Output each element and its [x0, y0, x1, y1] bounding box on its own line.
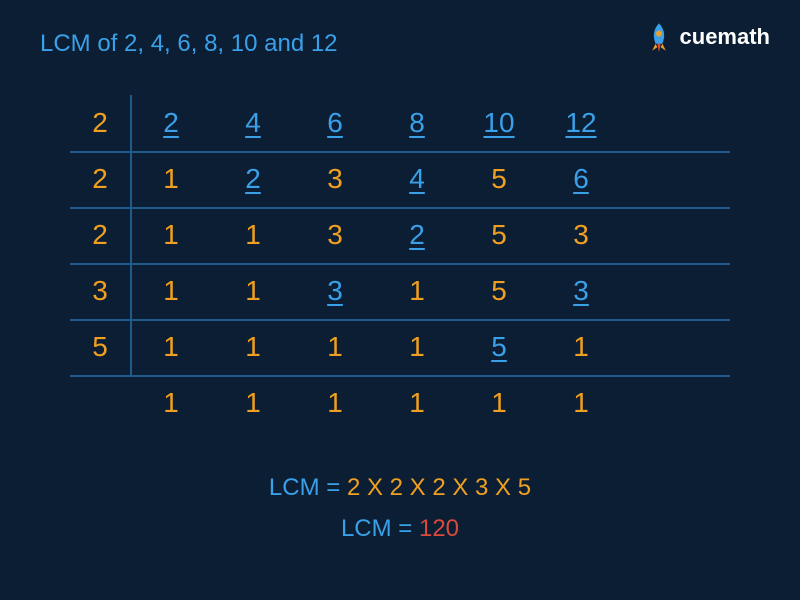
- value-cell: 4: [212, 95, 294, 151]
- value-cell: 3: [540, 207, 622, 263]
- lesson-title: LCM of 2, 4, 6, 8, 10 and 12: [40, 30, 338, 58]
- value-cell: 1: [212, 319, 294, 375]
- lcm-answer-line: LCM = 120: [0, 509, 800, 550]
- value-cell: 1: [212, 375, 294, 431]
- divisor-cell: 2: [70, 151, 130, 207]
- value-cell: 8: [376, 95, 458, 151]
- lcm-factors: 2 X 2 X 2 X 3 X 5: [347, 474, 531, 501]
- rocket-icon: [642, 20, 676, 54]
- value-cell: 1: [294, 375, 376, 431]
- value-cell: 3: [540, 263, 622, 319]
- value-cell: 10: [458, 95, 540, 151]
- value-cell: 1: [458, 375, 540, 431]
- value-cell: 1: [130, 375, 212, 431]
- equals-sign: =: [398, 515, 412, 542]
- value-cell: 1: [376, 375, 458, 431]
- value-cell: 1: [540, 319, 622, 375]
- value-cell: 3: [294, 263, 376, 319]
- value-cell: 2: [130, 95, 212, 151]
- value-cell: 2: [376, 207, 458, 263]
- value-cell: 5: [458, 207, 540, 263]
- value-cell: 1: [540, 375, 622, 431]
- lcm-label: LCM: [269, 474, 320, 501]
- value-cell: 12: [540, 95, 622, 151]
- lcm-answer: 120: [419, 515, 459, 542]
- value-cell: 4: [376, 151, 458, 207]
- value-cell: 1: [212, 207, 294, 263]
- lcm-label: LCM: [341, 515, 392, 542]
- divisor-cell: 2: [70, 95, 130, 151]
- value-cell: 1: [376, 263, 458, 319]
- value-cell: 5: [458, 319, 540, 375]
- divisor-cell: [70, 375, 130, 431]
- value-cell: 5: [458, 263, 540, 319]
- divisor-cell: 5: [70, 319, 130, 375]
- value-cell: 3: [294, 151, 376, 207]
- value-cell: 3: [294, 207, 376, 263]
- value-cell: 1: [130, 207, 212, 263]
- divisor-cell: 3: [70, 263, 130, 319]
- divisor-cell: 2: [70, 207, 130, 263]
- value-cell: 5: [458, 151, 540, 207]
- value-cell: 2: [212, 151, 294, 207]
- value-cell: 1: [130, 263, 212, 319]
- equals-sign: =: [326, 474, 340, 501]
- brand-logo: cuemath: [642, 20, 770, 54]
- value-cell: 1: [376, 319, 458, 375]
- value-cell: 1: [130, 151, 212, 207]
- value-cell: 1: [212, 263, 294, 319]
- value-cell: 6: [294, 95, 376, 151]
- value-cell: 1: [294, 319, 376, 375]
- brand-name: cuemath: [680, 24, 770, 50]
- division-table: 2 2 4 6 8 10 12 2 1 2 3 4 5 6 2 1 1 3 2 …: [70, 95, 730, 431]
- value-cell: 1: [130, 319, 212, 375]
- value-cell: 6: [540, 151, 622, 207]
- lcm-factors-line: LCM = 2 X 2 X 2 X 3 X 5: [0, 468, 800, 509]
- result-block: LCM = 2 X 2 X 2 X 3 X 5 LCM = 120: [0, 468, 800, 550]
